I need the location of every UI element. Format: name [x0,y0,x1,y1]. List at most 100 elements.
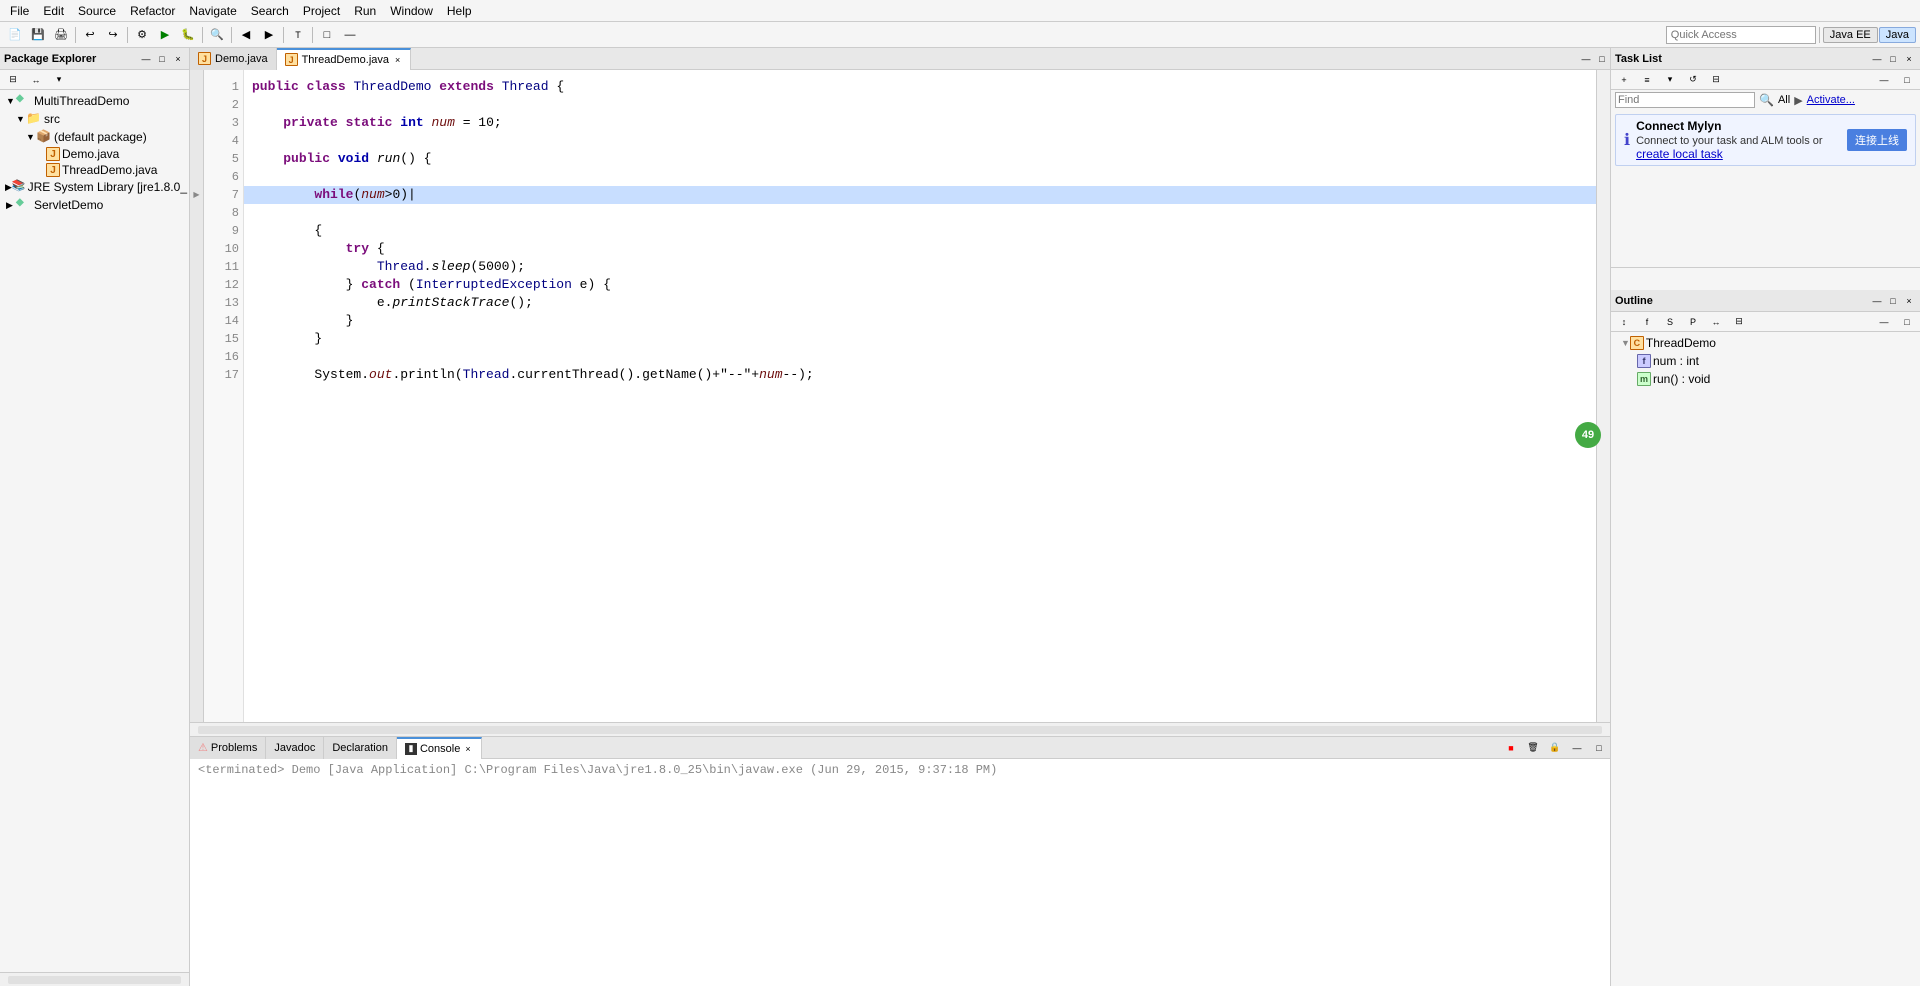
task-panel-min-btn[interactable]: — [1873,69,1895,91]
menu-file[interactable]: File [4,2,35,20]
task-panel-max-btn[interactable]: □ [1896,69,1918,91]
outline-hide-static-btn[interactable]: S [1659,311,1681,333]
tab-javadoc[interactable]: Javadoc [266,737,324,759]
console-min-btn[interactable]: — [1566,737,1588,759]
editor-min-btn[interactable]: — [1578,51,1594,67]
perspective-java[interactable]: Java [1879,27,1916,43]
console-clear-btn[interactable]: 🗑 [1522,737,1544,759]
tab-threaddemo[interactable]: J ThreadDemo.java × [277,48,412,70]
tree-item-threaddemo[interactable]: J ThreadDemo.java [0,162,189,178]
tab-demojava[interactable]: J Demo.java [190,48,277,70]
console-terminate-btn[interactable]: ■ [1500,737,1522,759]
menu-source[interactable]: Source [72,2,122,20]
tree-item-servletdemo[interactable]: ▶ ◆ ServletDemo [0,196,189,214]
task-max-btn[interactable]: □ [1886,52,1900,66]
fold-arrow[interactable]: ▶ [193,190,199,199]
editor-hscroll[interactable] [190,722,1610,736]
menu-search[interactable]: Search [245,2,295,20]
sep6 [312,27,313,43]
print-btn[interactable]: 🖨 [50,24,72,46]
mylyn-info-icon: ℹ [1624,130,1630,150]
debug-btn[interactable]: 🐛 [177,24,199,46]
outline-sort-btn[interactable]: ↕ [1613,311,1635,333]
task-close-btn[interactable]: × [1902,52,1916,66]
console-max-btn[interactable]: □ [1588,737,1610,759]
view-menu-btn[interactable]: ▾ [48,69,70,91]
menu-run[interactable]: Run [348,2,382,20]
tab-problems[interactable]: ⚠ Problems [190,737,266,759]
outline-run[interactable]: m run() : void [1615,370,1916,388]
editor-max-btn[interactable]: □ [1594,51,1610,67]
perspective-javaee[interactable]: Java EE [1823,27,1878,43]
outline-close-btn[interactable]: × [1902,294,1916,308]
minimize-panel-btn[interactable]: — [139,52,153,66]
activate-link[interactable]: Activate... [1807,94,1855,106]
maximize-btn[interactable]: □ [316,24,338,46]
task-filter-btn[interactable]: ▾ [1659,69,1681,91]
build-btn[interactable]: ⚙ [131,24,153,46]
prev-btn[interactable]: ◀ [235,24,257,46]
outline-max-btn[interactable]: □ [1886,294,1900,308]
console-scroll-lock-btn[interactable]: 🔒 [1544,737,1566,759]
task-collapse-btn[interactable]: ⊟ [1705,69,1727,91]
outline-threaddemo[interactable]: ▼ C ThreadDemo [1615,334,1916,352]
close-panel-btn[interactable]: × [171,52,185,66]
outline-panel-max-btn[interactable]: □ [1896,311,1918,333]
left-scroll[interactable] [0,972,189,986]
mylyn-link[interactable]: create local task [1636,147,1723,161]
task-view-btn[interactable]: ≡ [1636,69,1658,91]
console-tab-icon: ▮ [405,743,417,755]
tree-item-jre[interactable]: ▶ 📚 JRE System Library [jre1.8.0_ [0,178,189,196]
outline-hide-fields-btn[interactable]: f [1636,311,1658,333]
editor-scrollbar[interactable] [1596,70,1610,722]
menu-edit[interactable]: Edit [37,2,70,20]
folder-icon: 📁 [26,111,42,127]
tab-console[interactable]: ▮ Console × [397,737,482,759]
mylyn-connect-btn[interactable]: 连接上线 [1847,129,1907,151]
menu-navigate[interactable]: Navigate [183,2,242,20]
quick-access-input[interactable] [1666,26,1816,44]
search-btn[interactable]: 🔍 [206,24,228,46]
tab-problems-label: Problems [211,742,257,754]
console-close-btn[interactable]: × [463,744,472,754]
menu-project[interactable]: Project [297,2,346,20]
new-btn[interactable]: 📄 [4,24,26,46]
tree-item-default-package[interactable]: ▼ 📦 (default package) [0,128,189,146]
outline-hide-nonpublic-btn[interactable]: P [1682,311,1704,333]
minimize-btn[interactable]: — [339,24,361,46]
undo-btn[interactable]: ↩ [79,24,101,46]
outline-min-btn[interactable]: — [1870,294,1884,308]
center-panel: J Demo.java J ThreadDemo.java × — □ ▶ 12… [190,48,1610,986]
tree-item-demojava[interactable]: J Demo.java [0,146,189,162]
notification-indicator[interactable]: 49 [1575,422,1601,448]
maximize-panel-btn[interactable]: □ [155,52,169,66]
tab-close-btn[interactable]: × [393,55,402,65]
menu-refactor[interactable]: Refactor [124,2,181,20]
menu-help[interactable]: Help [441,2,478,20]
tab-declaration[interactable]: Declaration [324,737,397,759]
open-type-btn[interactable]: T [287,24,309,46]
save-btn[interactable]: 💾 [27,24,49,46]
link-with-editor-btn[interactable]: ↔ [25,69,47,91]
task-sync-btn[interactable]: ↺ [1682,69,1704,91]
task-min-btn[interactable]: — [1870,52,1884,66]
outline-collapse-btn[interactable]: ⊟ [1728,311,1750,333]
menu-window[interactable]: Window [384,2,439,20]
toolbar: 📄 💾 🖨 ↩ ↪ ⚙ ▶ 🐛 🔍 ◀ ▶ T □ — Java EE Java [0,22,1920,48]
tree-item-multithreaddemo[interactable]: ▼ ◆ MultiThreadDemo [0,92,189,110]
tree-item-src[interactable]: ▼ 📁 src [0,110,189,128]
task-toolbar: + ≡ ▾ ↺ ⊟ — □ [1611,70,1920,90]
outline-sync-btn[interactable]: ↔ [1705,311,1727,333]
bottom-tabs: ⚠ Problems Javadoc Declaration ▮ Console… [190,737,1610,759]
right-panel: Task List — □ × + ≡ ▾ ↺ ⊟ — □ 🔍 A [1610,48,1920,986]
outline-panel-min-btn[interactable]: — [1873,311,1895,333]
run-btn[interactable]: ▶ [154,24,176,46]
next-btn[interactable]: ▶ [258,24,280,46]
new-task-btn[interactable]: + [1613,69,1635,91]
task-find-input[interactable] [1615,92,1755,108]
outline-num[interactable]: f num : int [1615,352,1916,370]
redo-btn[interactable]: ↪ [102,24,124,46]
code-area[interactable]: public class ThreadDemo extends Thread {… [244,70,1596,722]
outline-toolbar: ↕ f S P ↔ ⊟ — □ [1611,312,1920,332]
collapse-all-btn[interactable]: ⊟ [2,69,24,91]
